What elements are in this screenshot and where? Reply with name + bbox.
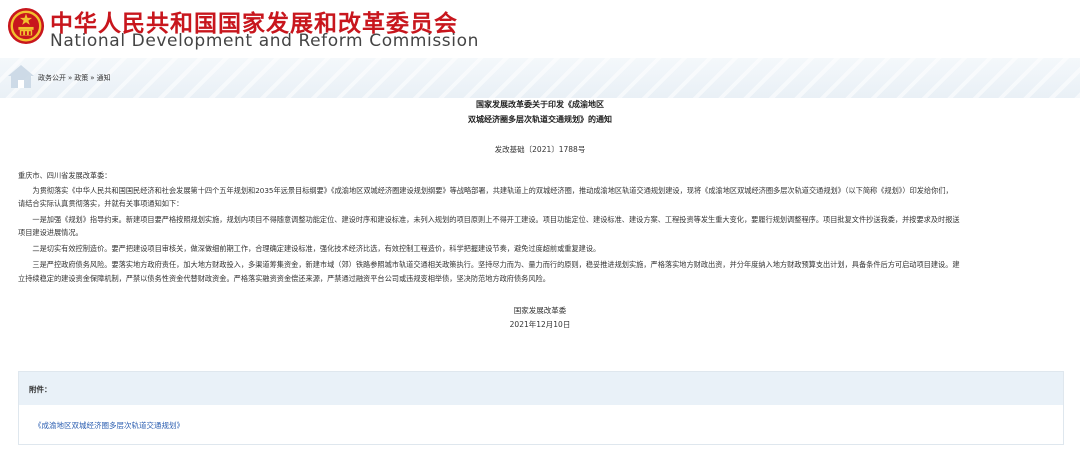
nav-banner-pattern: [0, 58, 1080, 98]
attachments-header: 附件：: [19, 372, 1063, 405]
addressee: 重庆市、四川省发展改革委：: [18, 171, 112, 180]
paragraph-intro: 为贯彻落实《中华人民共和国国民经济和社会发展第十四个五年规划和2035年远景目标…: [18, 186, 953, 195]
site-title-en[interactable]: National Development and Reform Commissi…: [50, 31, 479, 51]
document-title-line2: 双城经济圈多层次轨道交通规划》的通知: [468, 115, 612, 124]
document-number: 发改基础〔2021〕1788号: [494, 145, 586, 154]
paragraph-point-1: 一是加强《规划》指导约束。新建项目要严格按照规划实施，规划内项目不得随意调整功能…: [18, 215, 960, 224]
breadcrumb-item-policy[interactable]: 政策: [74, 74, 88, 82]
paragraph-point-1-cont: 项目建设进展情况。: [18, 228, 83, 237]
breadcrumb-separator: »: [90, 74, 95, 82]
paragraph-intro-cont: 请结合实际认真贯彻落实，并就有关事项通知如下：: [18, 199, 184, 208]
home-icon[interactable]: [6, 62, 36, 90]
national-emblem-icon: [7, 7, 45, 45]
attachments-label: 附件：: [29, 385, 52, 394]
paragraph-point-3-cont: 立持续稳定的建设资金保障机制，严禁以债务性资金代替财政资金。严格落实融资资金偿还…: [18, 274, 550, 283]
breadcrumb-separator: »: [68, 74, 73, 82]
signer: 国家发展改革委: [513, 306, 567, 315]
attachments-panel: 附件： 《成渝地区双城经济圈多层次轨道交通规划》: [18, 371, 1064, 445]
breadcrumb-item-notice[interactable]: 通知: [97, 74, 111, 82]
breadcrumb-item-gov-affairs[interactable]: 政务公开: [38, 74, 66, 82]
nav-banner: [0, 58, 1080, 98]
attachment-link[interactable]: 《成渝地区双城经济圈多层次轨道交通规划》: [34, 420, 184, 431]
document-date: 2021年12月10日: [509, 320, 571, 329]
document-title-line1: 国家发展改革委关于印发《成渝地区: [476, 100, 604, 109]
breadcrumb: 政务公开» 政策» 通知: [38, 73, 113, 83]
paragraph-point-3: 三是严控政府债务风险。要落实地方政府责任，加大地方财政投入，多渠道筹集资金，新建…: [18, 260, 960, 269]
paragraph-point-2: 二是切实有效控制造价。要严把建设项目审核关，做深做细前期工作，合理确定建设标准，…: [18, 244, 601, 253]
site-header: 中华人民共和国国家发展和改革委员会 National Development a…: [0, 0, 1080, 58]
